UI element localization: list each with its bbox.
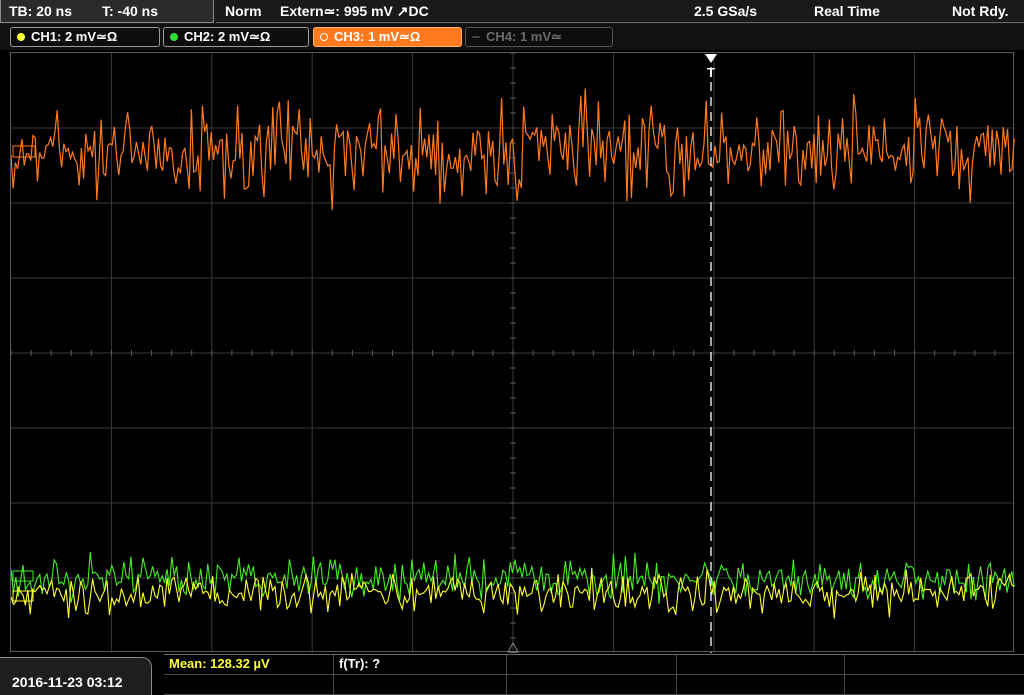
trigger-source[interactable]: Extern≃: 995 mV ↗DC <box>280 3 429 20</box>
measurement-cell-mean[interactable]: Mean: 128.32 µV <box>164 655 334 675</box>
ch3-color-dot-icon <box>320 33 328 41</box>
channel-tab-ch4[interactable]: CH4: 1 mV≃ <box>465 27 613 47</box>
acquisition-status: Not Rdy. <box>952 3 1009 19</box>
acquisition-mode[interactable]: Real Time <box>814 3 880 19</box>
sample-rate[interactable]: 2.5 GSa/s <box>694 3 757 19</box>
channel-tab-label: CH2: 2 mV≃Ω <box>184 29 271 44</box>
measurement-cell-empty[interactable] <box>677 655 845 675</box>
channel-tab-ch2[interactable]: CH2: 2 mV≃Ω <box>163 27 309 47</box>
waveform-display[interactable]: T <box>10 52 1015 653</box>
channel-tab-ch1[interactable]: CH1: 2 mV≃Ω <box>10 27 160 47</box>
ch2-color-dot-icon <box>170 33 178 41</box>
measurement-cell-empty[interactable] <box>334 675 507 695</box>
measurement-cell-empty[interactable] <box>845 675 1024 695</box>
measurement-cell-empty[interactable] <box>845 655 1024 675</box>
timebase-label[interactable]: TB: 20 ns <box>9 3 72 19</box>
status-bar: TB: 20 ns T: -40 ns Norm Extern≃: 995 mV… <box>0 0 1024 24</box>
measurement-cell-empty[interactable] <box>164 675 334 695</box>
measurement-mean: Mean: 128.32 µV <box>169 656 270 671</box>
ch4-off-icon <box>472 36 480 38</box>
ch1-color-dot-icon <box>17 33 25 41</box>
measurement-ftr: f(Tr): ? <box>339 656 381 671</box>
datetime-label: 2016-11-23 03:12 <box>12 674 123 690</box>
channel-tabs: CH1: 2 mV≃Ω CH2: 2 mV≃Ω CH3: 1 mV≃Ω CH4:… <box>0 24 1024 50</box>
channel-tab-ch3[interactable]: CH3: 1 mV≃Ω <box>313 27 462 47</box>
datetime-box: 2016-11-23 03:12 <box>0 657 152 695</box>
measurement-cell-empty[interactable] <box>677 675 845 695</box>
measurement-panel[interactable]: Mean: 128.32 µV f(Tr): ? <box>164 654 1024 695</box>
trigger-marker-label: T <box>707 65 715 80</box>
timebase-box[interactable]: TB: 20 ns T: -40 ns <box>0 0 214 23</box>
channel-tab-label: CH4: 1 mV≃ <box>486 29 562 44</box>
measurement-cell-ftr[interactable]: f(Tr): ? <box>334 655 507 675</box>
trigger-time-label[interactable]: T: -40 ns <box>102 3 158 19</box>
trigger-position-arrow-icon <box>705 54 717 63</box>
trigger-mode[interactable]: Norm <box>225 3 262 19</box>
measurement-cell-empty[interactable] <box>507 655 677 675</box>
measurement-cell-empty[interactable] <box>507 675 677 695</box>
waveform-canvas[interactable]: T <box>11 53 1015 653</box>
channel-tab-label: CH3: 1 mV≃Ω <box>334 29 421 44</box>
channel-tab-label: CH1: 2 mV≃Ω <box>31 29 118 44</box>
